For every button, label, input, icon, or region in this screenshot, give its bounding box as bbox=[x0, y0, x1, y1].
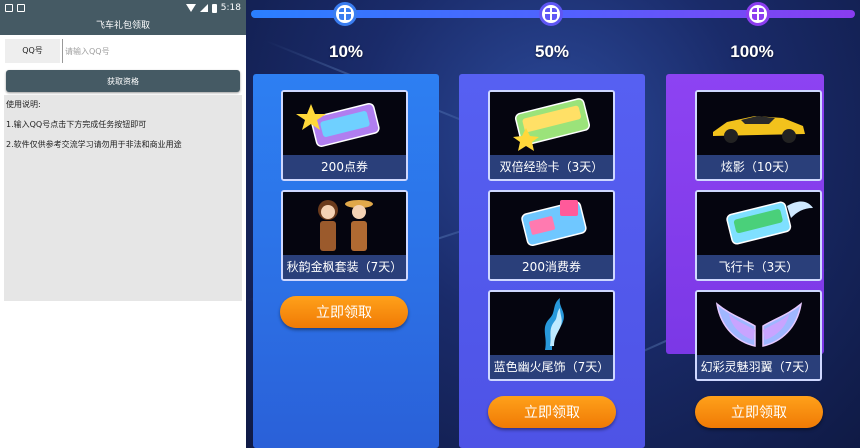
reward-item-name: 双倍经验卡（3天） bbox=[490, 155, 613, 179]
app-title: 飞车礼包领取 bbox=[0, 18, 246, 35]
wifi-icon bbox=[185, 4, 196, 12]
download-icon bbox=[17, 4, 25, 12]
instruction-line: 2.软件仅供参考交流学习请勿用于非法和商业用途 bbox=[6, 140, 182, 149]
gift-icon bbox=[746, 2, 770, 26]
coupon-card-icon bbox=[283, 92, 406, 155]
reward-item-name: 200消费券 bbox=[490, 255, 613, 279]
consume-coupon-icon bbox=[490, 192, 613, 255]
get-qualification-button[interactable]: 获取资格 bbox=[6, 70, 240, 92]
reward-item-name: 200点券 bbox=[283, 155, 406, 179]
reward-tier-10: 200点券 秋韵金枫套装（7天） 立即领取 bbox=[253, 74, 439, 448]
gift-icon bbox=[539, 2, 563, 26]
reward-item[interactable]: 幻彩灵魅羽翼（7天） bbox=[695, 290, 822, 381]
reward-item[interactable]: 200点券 bbox=[281, 90, 408, 181]
instructions-heading: 使用说明: bbox=[6, 100, 41, 109]
reward-item[interactable]: 炫影（10天） bbox=[695, 90, 822, 181]
reward-item[interactable]: 蓝色幽火尾饰（7天） bbox=[488, 290, 615, 381]
progress-label-10: 10% bbox=[328, 42, 364, 61]
battery-icon bbox=[211, 3, 217, 13]
qq-input[interactable] bbox=[62, 39, 242, 63]
claim-button-50[interactable]: 立即领取 bbox=[488, 396, 616, 428]
reward-item[interactable]: 秋韵金枫套装（7天） bbox=[281, 190, 408, 281]
signal-icon bbox=[199, 4, 208, 12]
flight-card-icon bbox=[697, 192, 820, 255]
blue-flame-tail-icon bbox=[490, 292, 613, 355]
progress-label-50: 50% bbox=[534, 42, 570, 61]
status-bar: 5:18 bbox=[0, 0, 246, 18]
instructions-panel: 使用说明: 1.输入QQ号点击下方完成任务按钮即可 2.软件仅供参考交流学习请勿… bbox=[4, 95, 242, 301]
claim-button-100[interactable]: 立即领取 bbox=[695, 396, 823, 428]
gift-icon bbox=[333, 2, 357, 26]
qq-label: QQ号 bbox=[5, 39, 60, 63]
reward-item-name: 秋韵金枫套装（7天） bbox=[283, 255, 406, 279]
double-exp-card-icon bbox=[490, 92, 613, 155]
reward-item-name: 飞行卡（3天） bbox=[697, 255, 820, 279]
qq-row: QQ号 bbox=[0, 36, 246, 66]
reward-tier-50: 双倍经验卡（3天） 200消费券 蓝色幽火尾饰（7天） 立即领取 bbox=[459, 74, 645, 448]
race-car-icon bbox=[697, 92, 820, 155]
status-time: 5:18 bbox=[220, 3, 241, 13]
phone-app: 5:18 飞车礼包领取 QQ号 获取资格 使用说明: 1.输入QQ号点击下方完成… bbox=[0, 0, 246, 448]
claim-button-10[interactable]: 立即领取 bbox=[280, 296, 408, 328]
reward-item[interactable]: 200消费券 bbox=[488, 190, 615, 281]
reward-item-name: 炫影（10天） bbox=[697, 155, 820, 179]
instruction-line: 1.输入QQ号点击下方完成任务按钮即可 bbox=[6, 120, 147, 129]
reward-item[interactable]: 飞行卡（3天） bbox=[695, 190, 822, 281]
notification-icon bbox=[5, 4, 13, 12]
reward-item[interactable]: 双倍经验卡（3天） bbox=[488, 90, 615, 181]
reward-item-name: 蓝色幽火尾饰（7天） bbox=[490, 355, 613, 379]
gift-promo-page: 10% 50% 100% 200点券 秋韵金枫套装（7天） 立即领取 双倍经验卡… bbox=[246, 0, 860, 448]
progress-label-100: 100% bbox=[730, 42, 774, 61]
reward-item-name: 幻彩灵魅羽翼（7天） bbox=[697, 355, 820, 379]
rainbow-wings-icon bbox=[697, 292, 820, 355]
couple-outfit-icon bbox=[283, 192, 406, 255]
reward-tier-100: 炫影（10天） 飞行卡（3天） 幻彩灵魅羽翼（7天） bbox=[666, 74, 824, 381]
